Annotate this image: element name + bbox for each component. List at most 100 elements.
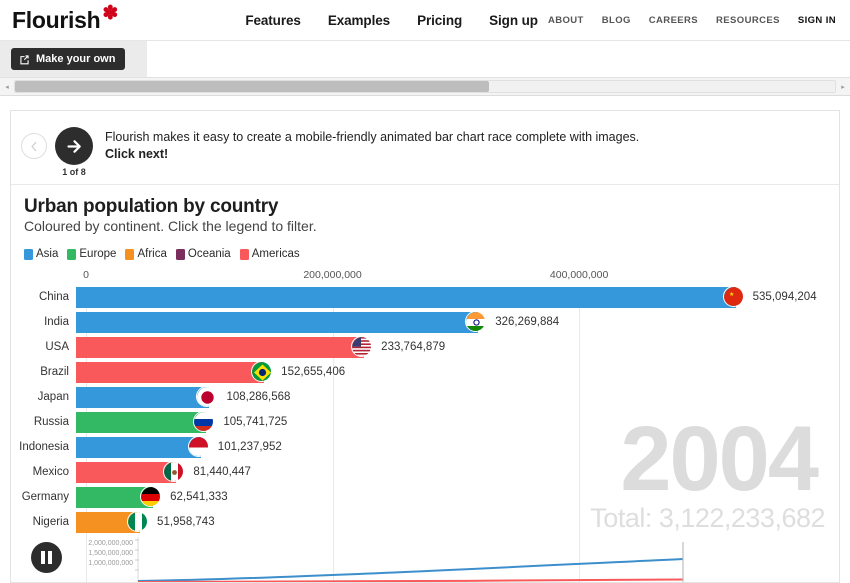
x-axis-tick-0: 0 (83, 269, 89, 281)
story-back-button[interactable] (21, 133, 47, 159)
legend-item-asia[interactable]: Asia (24, 248, 58, 260)
story-caption-line2: Click next! (105, 147, 168, 161)
legend-item-oceania[interactable]: Oceania (176, 248, 231, 260)
chart-title: Urban population by country (24, 196, 278, 218)
svg-text:★: ★ (729, 291, 734, 298)
bar-value-label: 101,237,952 (211, 437, 282, 458)
bar-category-label: Germany (11, 487, 76, 508)
bar-value-label: 62,541,333 (163, 487, 228, 508)
bar-rect[interactable] (76, 462, 176, 483)
nav-link-signin[interactable]: SIGN IN (798, 15, 836, 26)
arrow-right-icon (65, 137, 84, 156)
timeline-chart (71, 537, 840, 582)
legend-label-asia: Asia (36, 248, 58, 260)
scrollbar-track[interactable] (14, 80, 836, 93)
story-caption: Flourish makes it easy to create a mobil… (105, 129, 805, 163)
timeline-line-blue (138, 559, 683, 581)
bar-rect[interactable] (76, 437, 201, 458)
x-axis-tick-2: 400,000,000 (550, 269, 608, 281)
nav-link-signup[interactable]: Sign up (489, 13, 538, 28)
bar-category-label: Brazil (11, 362, 76, 383)
logo-text: Flourish (12, 7, 100, 33)
bar-value-label: 81,440,447 (186, 462, 251, 483)
horizontal-scrollbar[interactable]: ◂ ▸ (0, 77, 850, 96)
bar-rect[interactable] (76, 337, 364, 358)
pause-icon-bar-left (41, 551, 45, 564)
nav-link-features[interactable]: Features (245, 13, 300, 28)
nav-link-examples[interactable]: Examples (328, 13, 390, 28)
bar-value-label: 51,958,743 (150, 512, 215, 533)
bar-rect[interactable] (76, 387, 209, 408)
story-caption-line1: Flourish makes it easy to create a mobil… (105, 130, 639, 144)
legend-label-europe: Europe (79, 248, 116, 260)
nav-link-about[interactable]: ABOUT (548, 15, 584, 26)
legend-label-oceania: Oceania (188, 248, 231, 260)
flag-brazil-icon (251, 361, 272, 382)
nav-link-careers[interactable]: CAREERS (649, 15, 698, 26)
bar-category-label: Nigeria (11, 512, 76, 533)
bar-row[interactable]: USA 233,764,879 (11, 335, 840, 360)
flag-germany-icon (140, 486, 161, 507)
bar-category-label: Russia (11, 412, 76, 433)
legend-swatch-oceania (176, 249, 185, 260)
bar-category-label: Indonesia (11, 437, 76, 458)
bar-category-label: China (11, 287, 76, 308)
bar-rect[interactable] (76, 287, 736, 308)
legend-item-europe[interactable]: Europe (67, 248, 116, 260)
story-next-button[interactable] (55, 127, 93, 165)
bar-rect[interactable] (76, 362, 264, 383)
flag-nigeria-icon (127, 511, 148, 532)
bar-row[interactable]: Brazil 152,655,406 (11, 360, 840, 385)
bar-value-label: 535,094,204 (746, 287, 817, 308)
bar-row[interactable]: Japan 108,286,568 (11, 385, 840, 410)
external-link-icon (19, 54, 30, 65)
bar-value-label: 233,764,879 (374, 337, 445, 358)
flag-india-icon (465, 311, 486, 332)
story-slide-counter: 1 of 8 (55, 167, 93, 177)
bar-rect[interactable] (76, 312, 478, 333)
year-display: 2004 (620, 413, 817, 505)
bar-rect[interactable] (76, 412, 206, 433)
flag-japan-icon (196, 386, 217, 407)
flag-russia-icon (193, 411, 214, 432)
visualization-card: 1 of 8 Flourish makes it easy to create … (10, 110, 840, 583)
scrollbar-thumb[interactable] (15, 81, 489, 92)
legend-swatch-europe (67, 249, 76, 260)
bar-row[interactable]: India 326,269,884 (11, 310, 840, 335)
flourish-logo[interactable]: Flourish ✽ (12, 7, 100, 34)
bar-value-label: 152,655,406 (274, 362, 345, 383)
legend-swatch-africa (125, 249, 134, 260)
timeline-sparkline[interactable]: 2,000,000,000 1,500,000,000 1,000,000,00… (71, 537, 840, 582)
primary-nav-links: Features Examples Pricing Sign up (245, 13, 538, 28)
bar-category-label: USA (11, 337, 76, 358)
top-navigation-bar: Flourish ✽ Features Examples Pricing Sig… (0, 0, 850, 41)
legend-label-americas: Americas (252, 248, 300, 260)
bar-value-label: 105,741,725 (216, 412, 287, 433)
bar-value-label: 108,286,568 (219, 387, 290, 408)
bar-category-label: Japan (11, 387, 76, 408)
legend-item-americas[interactable]: Americas (240, 248, 300, 260)
nav-link-pricing[interactable]: Pricing (417, 13, 462, 28)
asterisk-icon: ✽ (102, 7, 115, 20)
pause-button[interactable] (31, 542, 62, 573)
flag-indonesia-icon (188, 436, 209, 457)
bar-row[interactable]: China ★ 535,094,204 (11, 285, 840, 310)
flag-usa-icon (351, 336, 372, 357)
flag-china-icon: ★ (723, 286, 744, 307)
total-display: Total: 3,122,233,682 (590, 503, 825, 534)
make-your-own-bar: Make your own (0, 41, 850, 77)
make-your-own-button[interactable]: Make your own (11, 48, 125, 70)
pause-icon-bar-right (48, 551, 52, 564)
nav-link-resources[interactable]: RESOURCES (716, 15, 780, 26)
scroll-left-arrow-icon[interactable]: ◂ (0, 77, 14, 96)
bar-category-label: India (11, 312, 76, 333)
scroll-right-arrow-icon[interactable]: ▸ (836, 77, 850, 96)
nav-link-blog[interactable]: BLOG (602, 15, 631, 26)
legend-item-africa[interactable]: Africa (125, 248, 166, 260)
bar-value-label: 326,269,884 (488, 312, 559, 333)
flag-mexico-icon (163, 461, 184, 482)
legend-swatch-asia (24, 249, 33, 260)
legend-label-africa: Africa (137, 248, 166, 260)
chart-legend: Asia Europe Africa Oceania Americas (24, 248, 300, 260)
legend-swatch-americas (240, 249, 249, 260)
